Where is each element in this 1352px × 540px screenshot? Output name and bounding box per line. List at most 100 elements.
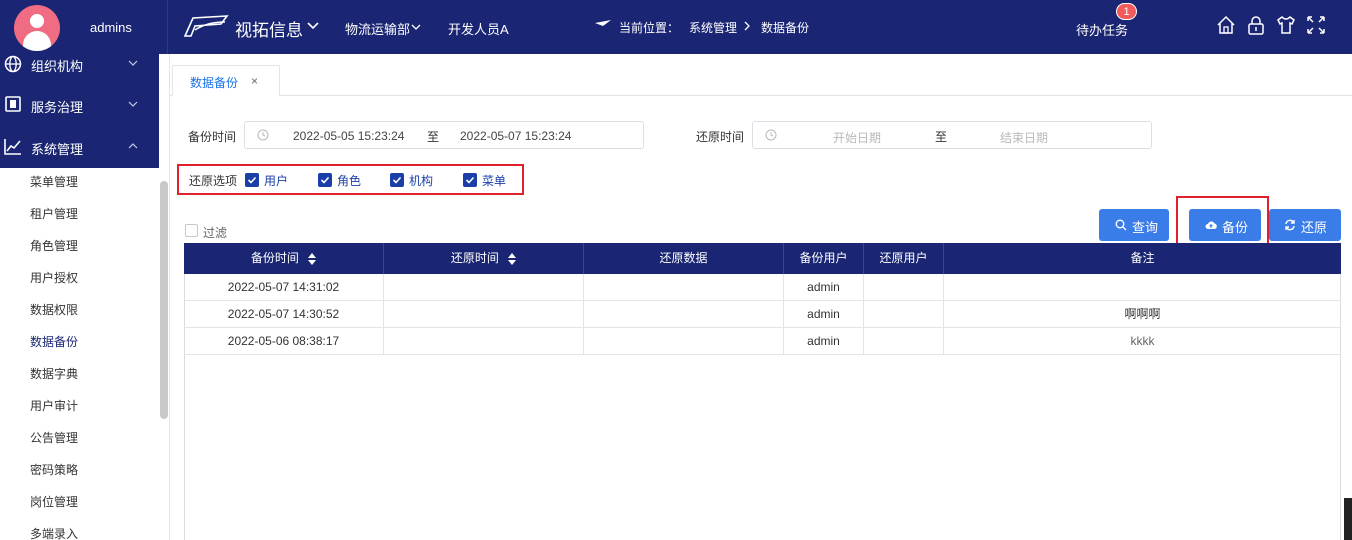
sidebar-item-password-policy[interactable]: 密码策略 bbox=[30, 461, 78, 478]
chevron-down-icon[interactable] bbox=[306, 19, 320, 33]
home-icon[interactable] bbox=[1215, 14, 1237, 36]
sidebar-item-role[interactable]: 角色管理 bbox=[30, 237, 78, 254]
sidebar-group-service[interactable]: 服务治理 bbox=[0, 84, 159, 126]
column-header-label: 还原用户 bbox=[879, 251, 928, 265]
chevron-right-icon bbox=[744, 21, 750, 31]
table-cell: 2022-05-06 08:38:17 bbox=[184, 328, 384, 355]
column-restore-user: 还原用户 bbox=[864, 243, 944, 274]
sort-icon[interactable] bbox=[508, 252, 517, 265]
column-backup-time[interactable]: 备份时间 bbox=[184, 243, 384, 274]
chart-icon bbox=[4, 139, 21, 155]
clock-icon bbox=[765, 129, 777, 141]
filter-label[interactable]: 过滤 bbox=[203, 224, 227, 241]
page-edge-widget bbox=[1344, 498, 1352, 540]
backup-start-input[interactable]: 2022-05-05 15:23:24 bbox=[293, 129, 404, 143]
checkbox-role[interactable] bbox=[318, 173, 332, 187]
sidebar-item-data-permission[interactable]: 数据权限 bbox=[30, 301, 78, 318]
chevron-down-icon[interactable] bbox=[128, 99, 138, 109]
sidebar-item-user-auth[interactable]: 用户授权 bbox=[30, 269, 78, 286]
paper-plane-icon bbox=[595, 20, 611, 26]
sidebar-item-multi-entry[interactable]: 多端录入 bbox=[30, 525, 78, 540]
sidebar-group-org[interactable]: 组织机构 bbox=[0, 54, 159, 84]
breadcrumb-system[interactable]: 系统管理 bbox=[689, 19, 737, 36]
clock-icon bbox=[257, 129, 269, 141]
sidebar-item-tenant[interactable]: 租户管理 bbox=[30, 205, 78, 222]
sidebar-group-label[interactable]: 组织机构 bbox=[31, 56, 83, 75]
filter-checkbox[interactable] bbox=[185, 224, 198, 237]
table-cell bbox=[384, 274, 584, 301]
checkbox-menu-label[interactable]: 菜单 bbox=[482, 172, 506, 189]
chevron-down-icon[interactable] bbox=[128, 58, 138, 68]
checkbox-user[interactable] bbox=[245, 173, 259, 187]
query-button-label[interactable]: 查询 bbox=[1132, 217, 1158, 236]
table-row[interactable]: 2022-05-07 14:30:52 admin 啊啊啊 bbox=[184, 301, 1341, 328]
lock-icon[interactable] bbox=[1245, 14, 1267, 36]
checkbox-org-label[interactable]: 机构 bbox=[409, 172, 433, 189]
tab-data-backup[interactable]: 数据备份 × bbox=[172, 65, 280, 96]
table-cell bbox=[864, 301, 944, 328]
tabs-divider bbox=[170, 95, 1352, 96]
sidebar-item-dictionary[interactable]: 数据字典 bbox=[30, 365, 78, 382]
tab-label[interactable]: 数据备份 bbox=[190, 74, 238, 91]
backup-end-input[interactable]: 2022-05-07 15:23:24 bbox=[460, 129, 571, 143]
username[interactable]: admins bbox=[90, 20, 132, 35]
query-button[interactable]: 查询 bbox=[1099, 209, 1169, 241]
avatar[interactable] bbox=[14, 5, 60, 51]
restore-button-label[interactable]: 还原 bbox=[1301, 217, 1327, 236]
sidebar-item-notice[interactable]: 公告管理 bbox=[30, 429, 78, 446]
column-header-label: 备份用户 bbox=[799, 251, 848, 265]
column-remark: 备注 bbox=[944, 243, 1341, 274]
restore-end-input[interactable]: 结束日期 bbox=[1000, 129, 1048, 146]
service-icon bbox=[5, 96, 21, 112]
backup-time-range[interactable]: 2022-05-05 15:23:24 至 2022-05-07 15:23:2… bbox=[244, 121, 644, 149]
column-restore-data: 还原数据 bbox=[584, 243, 784, 274]
chevron-up-icon[interactable] bbox=[128, 141, 138, 151]
column-header-label[interactable]: 备份时间 bbox=[251, 251, 299, 265]
table-row[interactable]: 2022-05-06 08:38:17 admin kkkk bbox=[184, 328, 1341, 355]
sidebar-group-label[interactable]: 服务治理 bbox=[31, 97, 83, 116]
checkbox-menu[interactable] bbox=[463, 173, 477, 187]
sidebar-item-post[interactable]: 岗位管理 bbox=[30, 493, 78, 510]
sidebar-item-data-backup[interactable]: 数据备份 bbox=[30, 333, 78, 350]
table-cell bbox=[584, 301, 784, 328]
menu-developer[interactable]: 开发人员A bbox=[448, 19, 509, 38]
sidebar-group-label[interactable]: 系统管理 bbox=[31, 139, 83, 158]
restore-button[interactable]: 还原 bbox=[1269, 209, 1341, 241]
column-header-label[interactable]: 还原时间 bbox=[451, 251, 499, 265]
fullscreen-icon[interactable] bbox=[1305, 14, 1327, 36]
sidebar-item-menu[interactable]: 菜单管理 bbox=[30, 173, 78, 190]
sidebar-item-user-audit[interactable]: 用户审计 bbox=[30, 397, 78, 414]
checkbox-role-label[interactable]: 角色 bbox=[337, 172, 361, 189]
todo-badge: 1 bbox=[1116, 3, 1137, 20]
checkbox-org[interactable] bbox=[390, 173, 404, 187]
search-icon bbox=[1115, 219, 1127, 231]
table-header: 备份时间 还原时间 还原数据 备份用户 还原用户 备注 bbox=[184, 243, 1341, 274]
sidebar-scroll-thumb[interactable] bbox=[160, 181, 168, 419]
table-cell bbox=[384, 301, 584, 328]
restore-options-label: 还原选项 bbox=[189, 174, 238, 188]
table-row[interactable]: 2022-05-07 14:31:02 admin bbox=[184, 274, 1341, 301]
table-cell bbox=[944, 274, 1341, 301]
todo-tasks[interactable]: 待办任务 bbox=[1076, 20, 1128, 39]
checkbox-user-label[interactable]: 用户 bbox=[264, 172, 288, 189]
restore-start-input[interactable]: 开始日期 bbox=[833, 129, 881, 146]
location-label: 当前位置： bbox=[619, 21, 680, 35]
menu-department-label[interactable]: 物流运输部 bbox=[345, 19, 410, 38]
chevron-down-icon[interactable] bbox=[411, 22, 421, 32]
sidebar-group-system[interactable]: 系统管理 bbox=[0, 126, 159, 168]
backup-time-label: 备份时间 bbox=[188, 130, 237, 144]
restore-time-range[interactable]: 开始日期 至 结束日期 bbox=[752, 121, 1152, 149]
shirt-icon[interactable] bbox=[1275, 14, 1297, 36]
table-cell bbox=[864, 328, 944, 355]
table-cell bbox=[584, 274, 784, 301]
close-icon[interactable]: × bbox=[251, 74, 258, 88]
column-restore-time[interactable]: 还原时间 bbox=[384, 243, 584, 274]
refresh-icon bbox=[1285, 219, 1295, 231]
sidebar: 组织机构 服务治理 系统管理 菜单管理 租户管理 角色管理 用户授权 数据权限 … bbox=[0, 54, 170, 540]
table-cell bbox=[584, 328, 784, 355]
sort-icon[interactable] bbox=[308, 252, 317, 265]
check-icon bbox=[247, 176, 257, 184]
restore-time-label: 还原时间 bbox=[696, 130, 745, 144]
user-panel[interactable]: admins bbox=[0, 0, 168, 54]
restore-options-group: 还原选项 用户 角色 机构 菜单 bbox=[177, 164, 524, 195]
